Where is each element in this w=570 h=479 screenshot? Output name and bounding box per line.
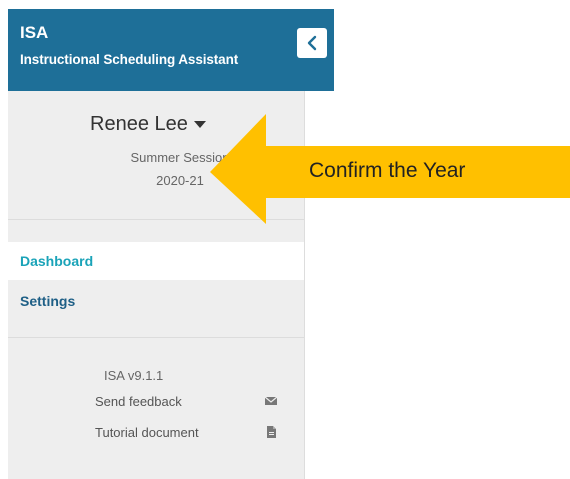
annotation-arrow-shape <box>210 114 570 224</box>
divider <box>8 337 304 338</box>
user-menu-toggle[interactable]: Renee Lee <box>90 113 206 136</box>
annotation-arrow <box>210 114 570 224</box>
collapse-sidebar-button[interactable] <box>297 28 327 58</box>
user-name: Renee Lee <box>90 113 188 135</box>
document-icon[interactable] <box>264 425 278 439</box>
send-feedback-link[interactable]: Send feedback <box>8 392 304 412</box>
envelope-icon[interactable] <box>264 394 278 408</box>
chevron-left-icon <box>307 35 317 51</box>
tutorial-document-link[interactable]: Tutorial document <box>8 423 304 443</box>
app-version: ISA v9.1.1 <box>104 368 164 383</box>
caret-down-icon <box>193 120 206 128</box>
nav-item-dashboard[interactable]: Dashboard <box>8 242 304 280</box>
app-name: ISA <box>20 23 49 42</box>
nav-item-settings[interactable]: Settings <box>8 282 304 320</box>
app-header: ISA Instructional Scheduling Assistant <box>8 9 334 91</box>
tutorial-document-label[interactable]: Tutorial document <box>95 425 199 440</box>
send-feedback-label[interactable]: Send feedback <box>95 394 182 409</box>
app-subtitle: Instructional Scheduling Assistant <box>20 52 239 67</box>
